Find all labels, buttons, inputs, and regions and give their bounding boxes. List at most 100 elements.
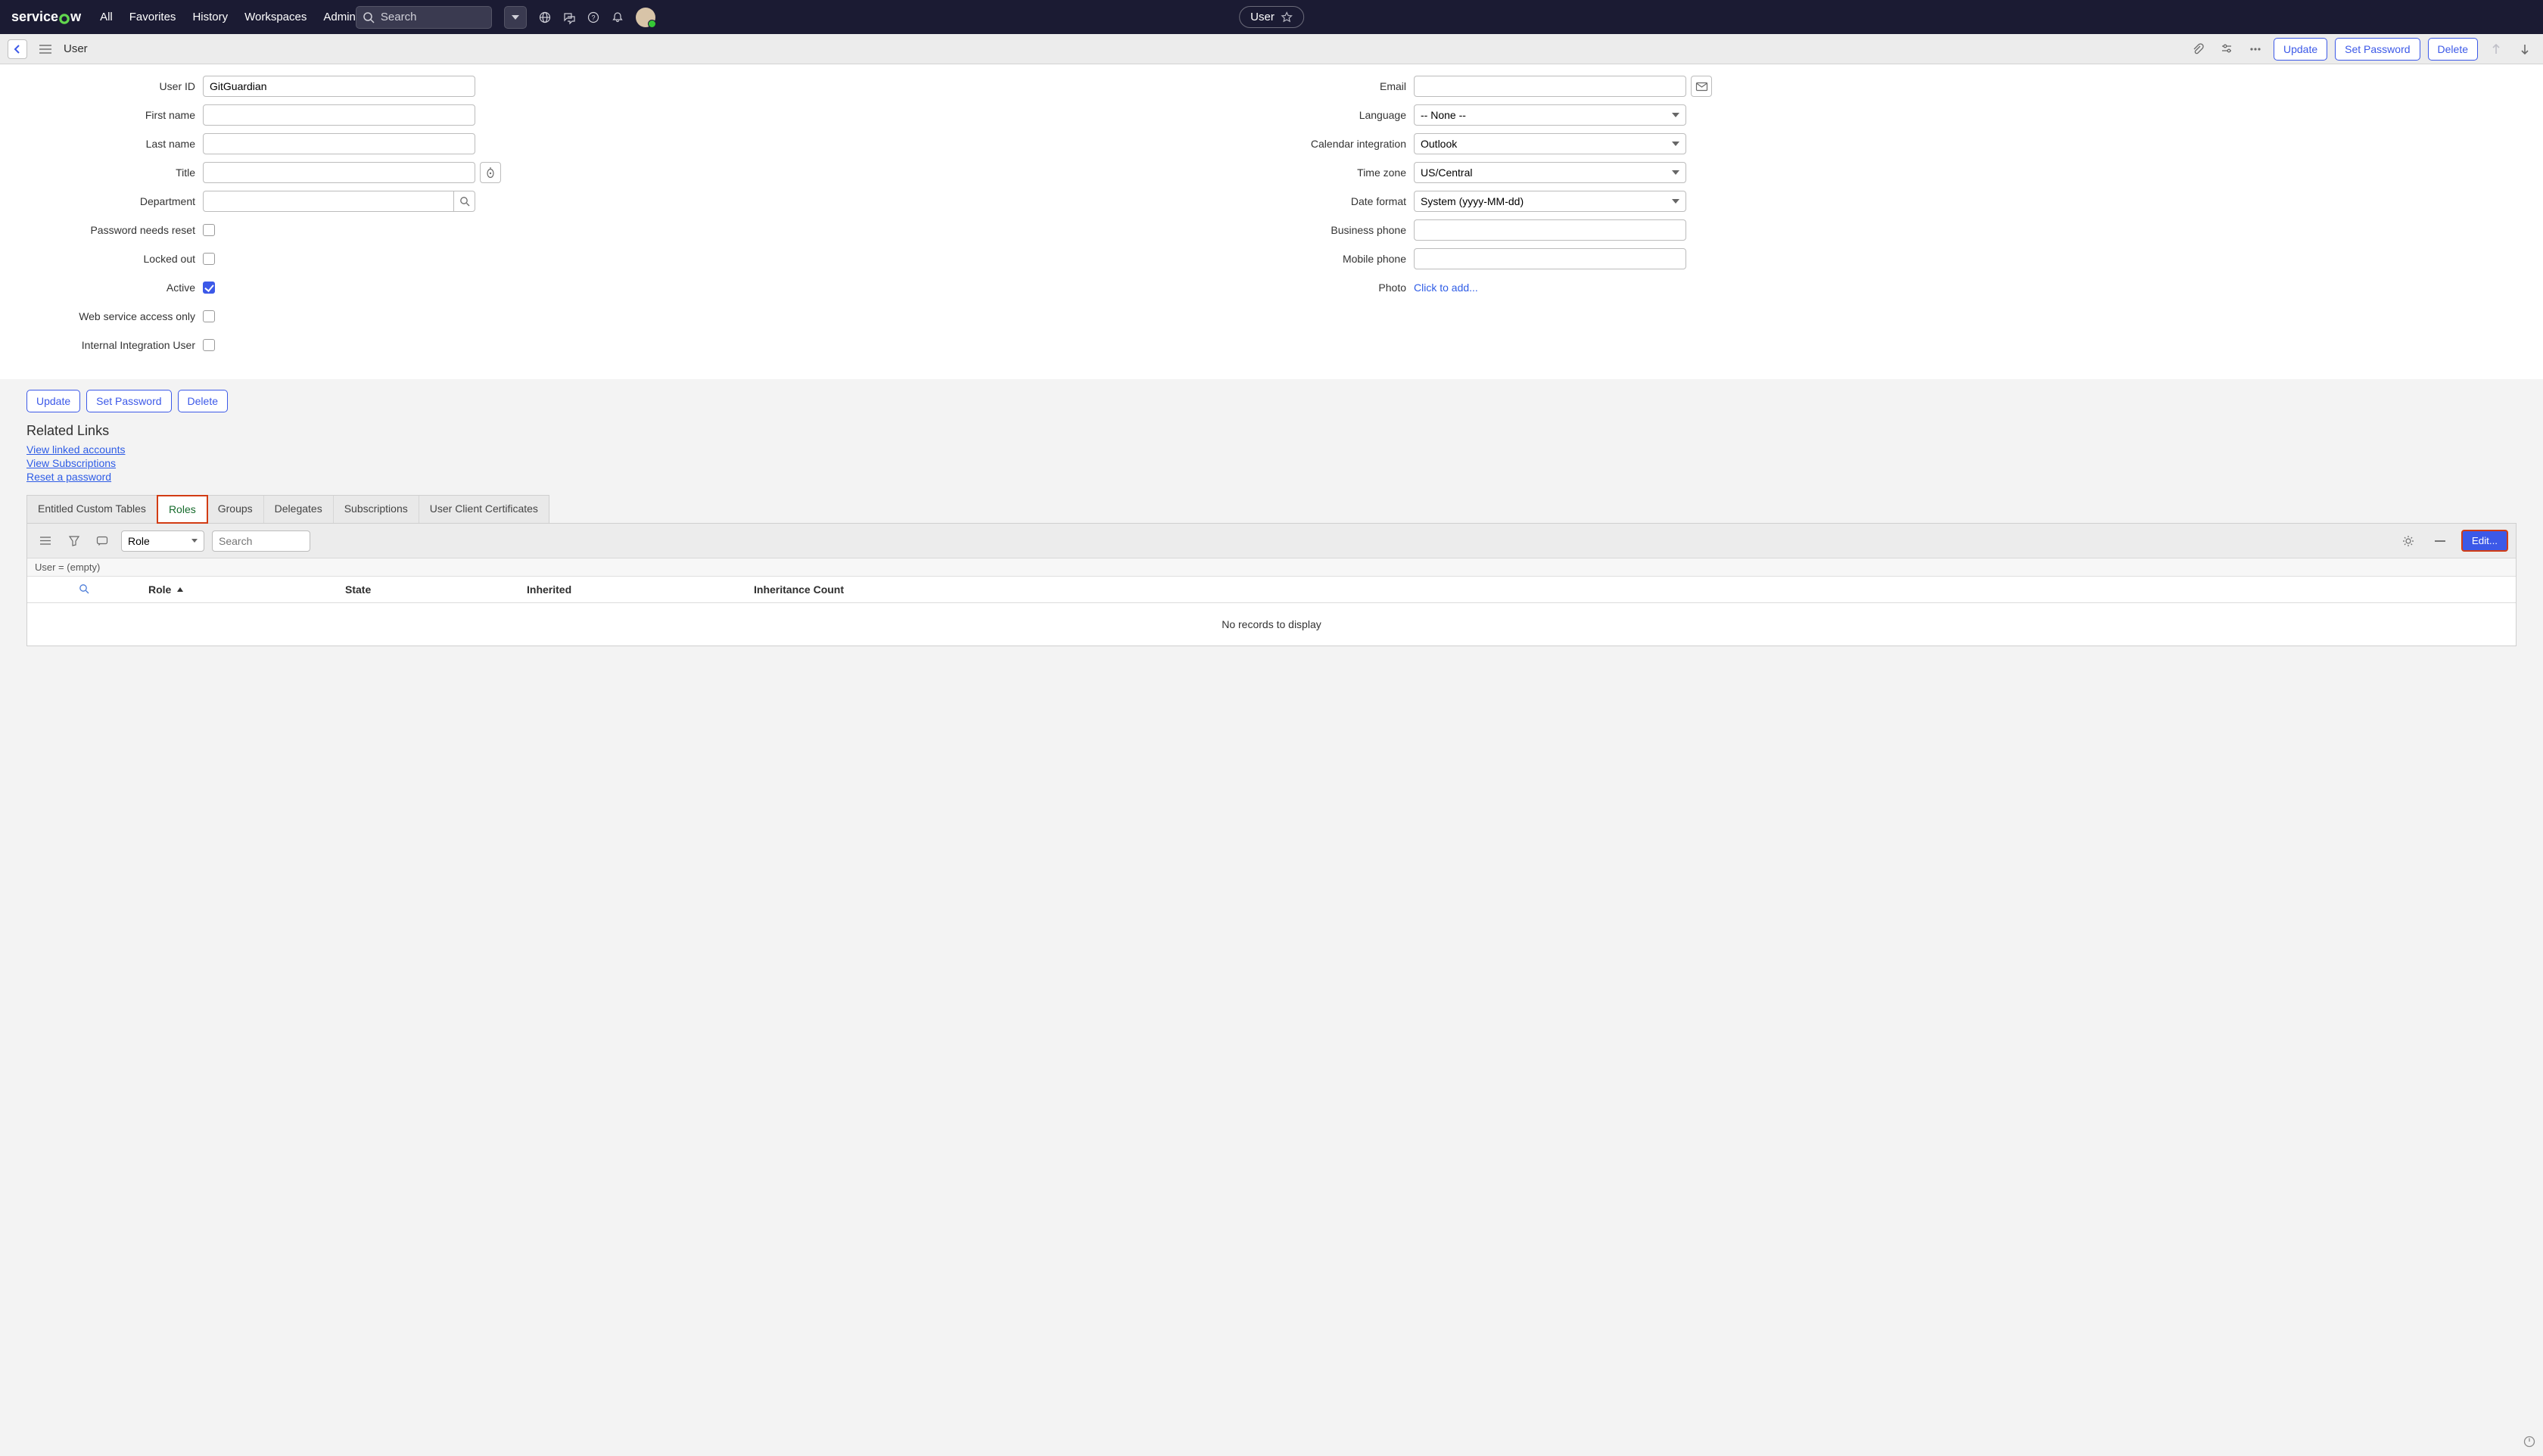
personalize-icon[interactable] xyxy=(2216,39,2237,60)
below-form-section: Update Set Password Delete Related Links… xyxy=(0,379,2543,667)
context-pill[interactable]: User xyxy=(1239,6,1304,28)
date-format-select[interactable]: System (yyyy-MM-dd) xyxy=(1414,191,1686,212)
language-select[interactable]: -- None -- xyxy=(1414,104,1686,126)
more-actions-icon[interactable] xyxy=(2245,39,2266,60)
global-search[interactable]: Search xyxy=(356,6,492,29)
caret-down-icon xyxy=(509,11,521,23)
help-icon[interactable]: ? xyxy=(587,11,599,23)
last-name-input[interactable] xyxy=(203,133,475,154)
previous-record-icon[interactable] xyxy=(2485,39,2507,60)
tab-delegates[interactable]: Delegates xyxy=(264,496,334,523)
tab-roles[interactable]: Roles xyxy=(157,495,208,524)
title-input[interactable] xyxy=(203,162,475,183)
title-label: Title xyxy=(0,166,203,179)
timezone-select[interactable]: US/Central xyxy=(1414,162,1686,183)
reset-password-link[interactable]: Reset a password xyxy=(26,471,2517,483)
nav-favorites[interactable]: Favorites xyxy=(129,11,176,23)
personalize-list-icon[interactable] xyxy=(2398,530,2419,552)
form-update-button[interactable]: Update xyxy=(26,390,80,412)
timing-icon[interactable] xyxy=(2523,1436,2535,1450)
bell-icon[interactable] xyxy=(612,11,624,23)
web-service-label: Web service access only xyxy=(0,310,203,322)
department-lookup-button[interactable] xyxy=(454,191,475,212)
locked-out-checkbox[interactable] xyxy=(203,253,215,265)
list-menu-icon[interactable] xyxy=(35,530,56,552)
user-form: User ID First name Last name Title Depar… xyxy=(0,64,2543,379)
form-set-password-button[interactable]: Set Password xyxy=(86,390,171,412)
web-service-checkbox[interactable] xyxy=(203,310,215,322)
department-input[interactable] xyxy=(203,191,454,212)
business-phone-input[interactable] xyxy=(1414,219,1686,241)
top-navigation: servicew All Favorites History Workspace… xyxy=(0,0,2543,34)
chat-icon[interactable] xyxy=(563,11,575,23)
calendar-select[interactable]: Outlook xyxy=(1414,133,1686,154)
header-update-button[interactable]: Update xyxy=(2274,38,2327,61)
roles-search-field-select[interactable]: Role xyxy=(121,530,204,552)
password-reset-checkbox[interactable] xyxy=(203,224,215,236)
tab-groups[interactable]: Groups xyxy=(207,496,264,523)
user-avatar[interactable] xyxy=(636,8,655,27)
related-links-heading: Related Links xyxy=(26,423,2517,439)
tab-entitled-custom-tables[interactable]: Entitled Custom Tables xyxy=(27,496,157,523)
first-name-input[interactable] xyxy=(203,104,475,126)
tab-subscriptions[interactable]: Subscriptions xyxy=(334,496,419,523)
collapse-icon[interactable] xyxy=(2429,530,2451,552)
nav-all[interactable]: All xyxy=(100,11,113,23)
column-inherited[interactable]: Inherited xyxy=(519,580,746,599)
password-reset-label: Password needs reset xyxy=(0,224,203,236)
email-input[interactable] xyxy=(1414,76,1686,97)
calendar-label: Calendar integration xyxy=(1211,138,1414,150)
record-title: User xyxy=(64,42,88,55)
column-inheritance-count[interactable]: Inheritance Count xyxy=(746,580,973,599)
active-checkbox[interactable] xyxy=(203,282,215,294)
servicenow-logo[interactable]: servicew xyxy=(11,9,81,25)
svg-text:?: ? xyxy=(591,14,595,21)
back-button[interactable] xyxy=(8,39,27,59)
mobile-phone-label: Mobile phone xyxy=(1211,253,1414,265)
business-phone-label: Business phone xyxy=(1211,224,1414,236)
timezone-label: Time zone xyxy=(1211,166,1414,179)
roles-panel: Role Edit... User = (empty) Role State I… xyxy=(26,523,2517,646)
date-format-label: Date format xyxy=(1211,195,1414,207)
column-role[interactable]: Role xyxy=(141,580,338,599)
roles-edit-button[interactable]: Edit... xyxy=(2461,530,2508,552)
title-suggestion-button[interactable] xyxy=(480,162,501,183)
view-linked-accounts-link[interactable]: View linked accounts xyxy=(26,443,2517,456)
roles-filter-breadcrumb[interactable]: User = (empty) xyxy=(27,558,2516,577)
internal-integration-checkbox[interactable] xyxy=(203,339,215,351)
column-state[interactable]: State xyxy=(338,580,519,599)
next-record-icon[interactable] xyxy=(2514,39,2535,60)
photo-add-link[interactable]: Click to add... xyxy=(1414,282,1478,294)
last-name-label: Last name xyxy=(0,138,203,150)
column-search-icon[interactable] xyxy=(27,580,141,599)
header-set-password-button[interactable]: Set Password xyxy=(2335,38,2420,61)
header-delete-button[interactable]: Delete xyxy=(2428,38,2478,61)
locked-out-label: Locked out xyxy=(0,253,203,265)
sort-asc-icon xyxy=(177,587,183,593)
search-dropdown[interactable] xyxy=(504,6,527,29)
active-label: Active xyxy=(0,282,203,294)
email-compose-button[interactable] xyxy=(1691,76,1712,97)
nav-history[interactable]: History xyxy=(192,11,228,23)
language-label: Language xyxy=(1211,109,1414,121)
department-label: Department xyxy=(0,195,203,207)
nav-admin[interactable]: Admin xyxy=(323,11,356,23)
logo-o-icon xyxy=(59,12,70,23)
mobile-phone-input[interactable] xyxy=(1414,248,1686,269)
nav-links: All Favorites History Workspaces Admin xyxy=(100,11,356,23)
roles-search-input[interactable] xyxy=(212,530,310,552)
tab-user-client-certificates[interactable]: User Client Certificates xyxy=(419,496,549,523)
search-placeholder-text: Search xyxy=(381,11,417,23)
form-delete-button[interactable]: Delete xyxy=(178,390,228,412)
star-icon[interactable] xyxy=(1281,11,1293,23)
filter-icon[interactable] xyxy=(64,530,85,552)
user-id-input[interactable] xyxy=(203,76,475,97)
nav-workspaces[interactable]: Workspaces xyxy=(244,11,307,23)
activity-icon[interactable] xyxy=(92,530,114,552)
menu-icon[interactable] xyxy=(35,39,56,60)
view-subscriptions-link[interactable]: View Subscriptions xyxy=(26,457,2517,469)
user-id-label: User ID xyxy=(0,80,203,92)
attachment-icon[interactable] xyxy=(2187,39,2208,60)
roles-empty-message: No records to display xyxy=(27,603,2516,646)
globe-icon[interactable] xyxy=(539,11,551,23)
